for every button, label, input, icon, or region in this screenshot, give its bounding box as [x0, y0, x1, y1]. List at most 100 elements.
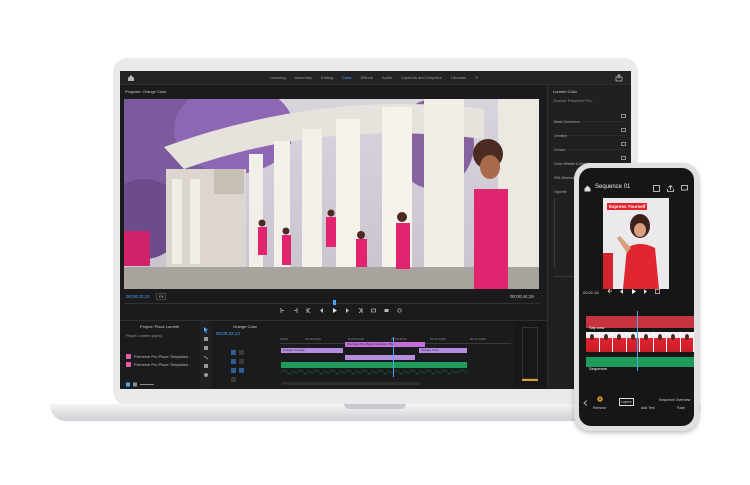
step-forward-icon[interactable] [643, 289, 648, 294]
timeline-playhead[interactable] [393, 337, 394, 377]
rush-playback-controls [607, 289, 660, 294]
project-panel-tab[interactable]: Project: Place Lumetri [140, 324, 179, 329]
rush-title-track[interactable]: Say now [586, 316, 694, 330]
video-thumbnail [586, 332, 600, 352]
share-icon[interactable] [615, 74, 623, 82]
rush-caption-title[interactable]: Express Yourself [607, 203, 648, 210]
transport-controls [280, 308, 402, 313]
comment-icon[interactable] [681, 185, 688, 192]
program-monitor-tab[interactable]: Program: Orange Color [125, 89, 167, 94]
workspace-tab-assembly[interactable]: Assembly [295, 74, 312, 82]
video-thumbnail [667, 332, 681, 352]
overwrite-icon[interactable] [384, 308, 389, 313]
lumetri-row-basic[interactable]: Basic Correction [554, 110, 626, 124]
monitor-playhead[interactable] [333, 300, 336, 305]
play-icon[interactable] [332, 308, 337, 313]
graphic-clip[interactable]: Premiere Pro Motion Graphics Title [345, 342, 425, 347]
audio-meter [522, 327, 538, 379]
mark-in-icon[interactable] [280, 308, 285, 313]
monitor-scrub-bar[interactable] [124, 303, 539, 304]
audio-waveform [280, 369, 468, 375]
rush-video-track[interactable] [586, 332, 694, 352]
fullscreen-icon[interactable] [655, 289, 660, 294]
insert-icon[interactable] [371, 308, 376, 313]
add-icon[interactable] [597, 396, 603, 402]
step-forward-icon[interactable] [345, 308, 350, 313]
timeline-tab[interactable]: Orange Color [233, 324, 257, 329]
premiere-rush-app: Sequence 01 Express Yourself 00:01:15 Sa… [579, 168, 694, 426]
checkbox-icon[interactable] [621, 114, 626, 118]
rush-preview-image [603, 198, 669, 289]
export-frame-icon[interactable] [397, 308, 402, 313]
video-thumbnail [640, 332, 654, 352]
play-icon[interactable] [631, 289, 636, 294]
rush-audio-track[interactable]: Sequence [586, 357, 694, 371]
home-icon[interactable] [127, 74, 135, 82]
timeline-scrollbar[interactable] [281, 382, 421, 385]
project-item-2[interactable]: Premiere Pro Place Templates [134, 362, 188, 367]
lumetri-panel-tab[interactable]: Lumetri Color [553, 89, 577, 94]
workspace-bar: Learning Assembly Editing Color Effects … [120, 71, 631, 85]
video-clip-b[interactable] [345, 355, 415, 360]
program-monitor: Program: Orange Color 00;00;22;13 Fit 00… [120, 86, 543, 319]
go-to-out-icon[interactable] [358, 308, 363, 313]
video-clip-c[interactable]: Orange Color [419, 348, 467, 353]
project-panel: Project: Place Lumetri Place Lumetri.prp… [120, 321, 200, 389]
tool-icons[interactable] [203, 327, 209, 383]
share-icon[interactable] [667, 185, 674, 192]
checkbox-icon[interactable] [621, 128, 626, 132]
lower-panels: Project: Place Lumetri Place Lumetri.prp… [120, 320, 547, 389]
rush-preview: Express Yourself [603, 198, 669, 289]
lumetri-slider-track[interactable] [554, 198, 555, 268]
checkbox-icon[interactable] [621, 142, 626, 146]
lumetri-row-curves[interactable]: Curves [554, 138, 626, 152]
program-timecode[interactable]: 00;00;22;13 [126, 294, 150, 299]
workspace-tab-captions[interactable]: Captions and Graphics [401, 74, 442, 82]
tool-remove[interactable]: Remove [593, 406, 606, 410]
track-header-controls[interactable] [217, 348, 275, 388]
workspace-tab-effects[interactable]: Effects [361, 74, 373, 82]
more-workspaces-icon[interactable]: » [475, 74, 478, 82]
program-duration: 00;00;44;19 [510, 294, 534, 299]
project-footer-icons[interactable] [126, 382, 156, 387]
lumetri-row-creative[interactable]: Creative [554, 124, 626, 138]
mark-out-icon[interactable] [293, 308, 298, 313]
tool-add-text[interactable]: Add Text [641, 406, 655, 410]
stage: Learning Assembly Editing Color Effects … [0, 0, 750, 485]
workspace-tab-audio[interactable]: Audio [382, 74, 392, 82]
back-icon[interactable] [583, 400, 588, 406]
fit-dropdown[interactable]: Fit [156, 293, 167, 300]
workspace-tab-editing[interactable]: Editing [321, 74, 333, 82]
rush-playhead[interactable] [637, 311, 638, 371]
program-video-frame [124, 99, 539, 289]
program-video-image [124, 99, 539, 289]
timeline-timecode[interactable]: 00;00;22;13 [216, 331, 240, 336]
workspace-tab-color[interactable]: Color [342, 74, 352, 82]
clip-label-swatch [126, 354, 131, 359]
title-clip[interactable]: Orange Yourself [281, 348, 343, 353]
project-bin-name: Place Lumetri.prproj [126, 333, 162, 338]
step-back-icon[interactable] [319, 308, 324, 313]
tool-sequence-overview[interactable]: Sequence Overview [659, 398, 690, 402]
tools-panel [200, 321, 212, 389]
rush-header: Sequence 01 [579, 182, 694, 196]
rush-sequence-title[interactable]: Sequence 01 [595, 184, 630, 190]
video-thumbnail [613, 332, 627, 352]
tool-fade[interactable]: Fade [677, 406, 685, 410]
home-icon[interactable] [584, 185, 591, 192]
aspect-ratio-icon[interactable] [653, 185, 660, 192]
rush-toolbar: Remove Layers Add Text Sequence Overview… [579, 390, 694, 426]
project-item-1[interactable]: Premiere Pro Place Templates [134, 354, 188, 359]
tool-layers[interactable]: Layers [619, 398, 634, 406]
undo-icon[interactable] [607, 289, 612, 294]
video-thumbnail [680, 332, 694, 352]
track-headers [217, 348, 275, 388]
step-back-icon[interactable] [619, 289, 624, 294]
checkbox-icon[interactable] [621, 156, 626, 160]
audio-meter-panel [514, 321, 547, 389]
timeline-panel: Orange Color 00;00;22;13 00;00 00;00;16;… [213, 321, 513, 389]
audio-clip[interactable] [280, 362, 468, 375]
workspace-tab-libraries[interactable]: Libraries [451, 74, 466, 82]
workspace-tab-learning[interactable]: Learning [270, 74, 286, 82]
go-to-in-icon[interactable] [306, 308, 311, 313]
